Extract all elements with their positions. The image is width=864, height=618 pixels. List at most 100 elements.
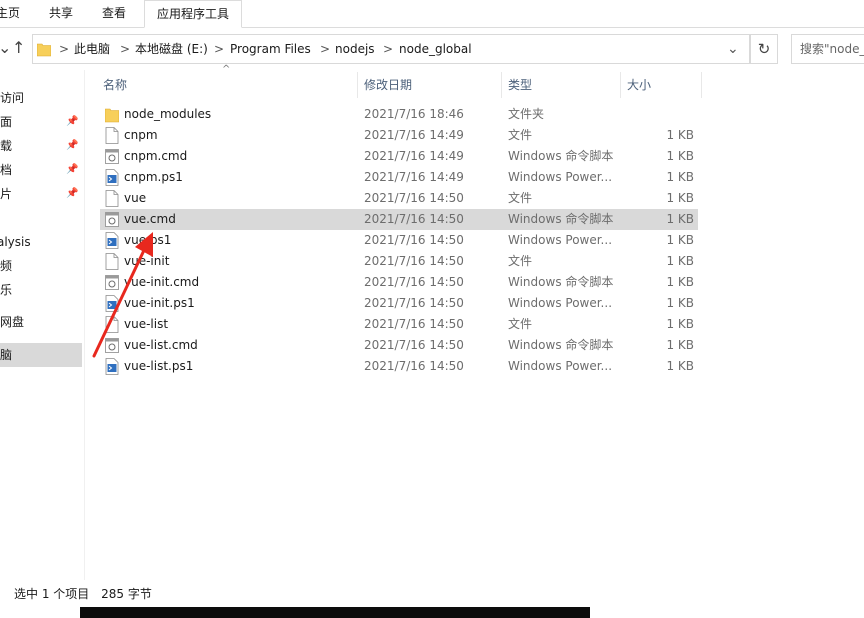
pin-icon: 📌	[66, 116, 79, 127]
search-input[interactable]: 搜索"node_global"	[791, 34, 864, 64]
file-row[interactable]: node_modules 2021/7/16 18:46 文件夹	[100, 104, 698, 125]
file-name: vue	[124, 191, 147, 205]
nav-item-pictures[interactable]: 图片	[0, 183, 12, 205]
file-row[interactable]: vue-init.ps1 2021/7/16 14:50 Windows Pow…	[100, 293, 698, 314]
file-size: 1 KB	[666, 296, 694, 310]
file-row[interactable]: cnpm 2021/7/16 14:49 文件 1 KB	[100, 125, 698, 146]
column-header-type[interactable]: 类型	[508, 72, 532, 98]
column-divider[interactable]	[357, 72, 358, 98]
status-bar: 选中 1 个项目 285 字节	[14, 585, 152, 602]
breadcrumb-local-disk[interactable]: 本地磁盘 (E:)	[135, 35, 208, 63]
column-header-name[interactable]: 名称	[103, 72, 127, 98]
file-date: 2021/7/16 14:50	[364, 254, 464, 268]
file-icon	[105, 316, 119, 333]
file-type: 文件	[508, 128, 533, 142]
file-date: 2021/7/16 14:49	[364, 128, 464, 142]
breadcrumb-nodejs[interactable]: nodejs	[335, 35, 375, 63]
column-header-date[interactable]: 修改日期	[364, 72, 412, 98]
folder-icon	[105, 108, 119, 123]
powershell-file-icon	[105, 358, 119, 375]
file-row[interactable]: vue 2021/7/16 14:50 文件 1 KB	[100, 188, 698, 209]
breadcrumb-separator[interactable]: >	[214, 35, 224, 63]
file-row[interactable]: vue-init 2021/7/16 14:50 文件 1 KB	[100, 251, 698, 272]
file-row[interactable]: vue-list 2021/7/16 14:50 文件 1 KB	[100, 314, 698, 335]
file-name: vue.ps1	[124, 233, 172, 247]
file-type: 文件	[508, 317, 533, 331]
file-row[interactable]: vue-list.ps1 2021/7/16 14:50 Windows Pow…	[100, 356, 698, 377]
powershell-file-icon	[105, 295, 119, 312]
cmd-file-icon	[105, 275, 119, 290]
file-name: vue-init.ps1	[124, 296, 195, 310]
file-date: 2021/7/16 14:49	[364, 170, 464, 184]
nav-item-downloads[interactable]: 下载	[0, 135, 12, 157]
cmd-file-icon	[105, 338, 119, 353]
file-size: 1 KB	[666, 212, 694, 226]
nav-item-desktop[interactable]: 桌面	[0, 111, 12, 133]
column-divider[interactable]	[701, 72, 702, 98]
file-type: Windows 命令脚本	[508, 212, 614, 226]
file-row[interactable]: vue-init.cmd 2021/7/16 14:50 Windows 命令脚…	[100, 272, 698, 293]
file-row[interactable]: cnpm.ps1 2021/7/16 14:49 Windows Power..…	[100, 167, 698, 188]
nav-selection-highlight	[0, 343, 82, 367]
file-row-selected[interactable]: vue.cmd 2021/7/16 14:50 Windows 命令脚本 1 K…	[100, 209, 698, 230]
up-arrow-icon[interactable]: ↑	[12, 38, 25, 57]
file-date: 2021/7/16 14:50	[364, 191, 464, 205]
file-date: 2021/7/16 14:50	[364, 338, 464, 352]
column-header-size[interactable]: 大小	[627, 72, 651, 98]
address-history-chevron-icon[interactable]: ⌄	[727, 35, 739, 63]
nav-item-music[interactable]: 音乐	[0, 279, 12, 301]
file-date: 2021/7/16 14:50	[364, 296, 464, 310]
file-name: vue-list	[124, 317, 169, 331]
breadcrumb-separator[interactable]: >	[383, 35, 393, 63]
file-icon	[105, 190, 119, 207]
file-date: 2021/7/16 18:46	[364, 107, 464, 121]
file-size: 1 KB	[666, 149, 694, 163]
breadcrumb-separator[interactable]: >	[59, 35, 69, 63]
refresh-icon: ↻	[757, 40, 771, 58]
file-type: Windows Power...	[508, 170, 613, 184]
pin-icon: 📌	[66, 188, 79, 199]
nav-item-analysis[interactable]: analysis	[0, 231, 31, 253]
file-row[interactable]: cnpm.cmd 2021/7/16 14:49 Windows 命令脚本 1 …	[100, 146, 698, 167]
tab-home[interactable]: 主页	[0, 0, 20, 27]
file-name: vue-list.ps1	[124, 359, 194, 373]
column-divider[interactable]	[501, 72, 502, 98]
powershell-file-icon	[105, 169, 119, 186]
file-row[interactable]: vue-list.cmd 2021/7/16 14:50 Windows 命令脚…	[100, 335, 698, 356]
nav-item-documents[interactable]: 文档	[0, 159, 12, 181]
file-type: Windows Power...	[508, 296, 613, 310]
dropdown-recent-icon[interactable]: ⌄	[0, 38, 11, 57]
tab-share[interactable]: 共享	[49, 0, 73, 27]
nav-item-quick-access[interactable]: 快速访问	[0, 87, 24, 109]
breadcrumb-program-files[interactable]: Program Files	[230, 35, 311, 63]
nav-item-videos[interactable]: 视频	[0, 255, 12, 277]
tab-application-tools[interactable]: 应用程序工具	[144, 0, 243, 28]
nav-item-baidu-netdisk[interactable]: 百度网盘	[0, 311, 24, 333]
breadcrumb-separator[interactable]: >	[120, 35, 130, 63]
file-name: cnpm.cmd	[124, 149, 188, 163]
breadcrumb-separator[interactable]: >	[320, 35, 330, 63]
file-size: 1 KB	[666, 359, 694, 373]
file-type: Windows Power...	[508, 359, 613, 373]
tab-view[interactable]: 查看	[102, 0, 126, 27]
taskbar-strip	[80, 607, 590, 618]
file-date: 2021/7/16 14:50	[364, 275, 464, 289]
breadcrumb-node-global[interactable]: node_global	[399, 35, 472, 63]
file-name: vue-list.cmd	[124, 338, 198, 352]
pin-icon: 📌	[66, 140, 79, 151]
file-date: 2021/7/16 14:49	[364, 149, 464, 163]
ribbon-tabs: 主页 共享 查看 应用程序工具	[0, 0, 864, 28]
file-name: node_modules	[124, 107, 212, 121]
breadcrumb-this-pc[interactable]: 此电脑	[74, 35, 110, 63]
file-type: Windows Power...	[508, 233, 613, 247]
file-size: 1 KB	[666, 254, 694, 268]
navigation-pane: 快速访问 桌面 📌 下载 📌 文档 📌 图片 📌 analysis 视频 音乐 …	[0, 70, 85, 580]
refresh-button[interactable]: ↻	[750, 34, 778, 64]
column-divider[interactable]	[620, 72, 621, 98]
nav-item-this-pc[interactable]: 此电脑	[0, 344, 12, 366]
file-size: 1 KB	[666, 191, 694, 205]
address-bar[interactable]: > 此电脑 > 本地磁盘 (E:) > Program Files > node…	[32, 34, 750, 64]
file-name: vue-init.cmd	[124, 275, 200, 289]
file-row[interactable]: vue.ps1 2021/7/16 14:50 Windows Power...…	[100, 230, 698, 251]
file-size: 1 KB	[666, 317, 694, 331]
